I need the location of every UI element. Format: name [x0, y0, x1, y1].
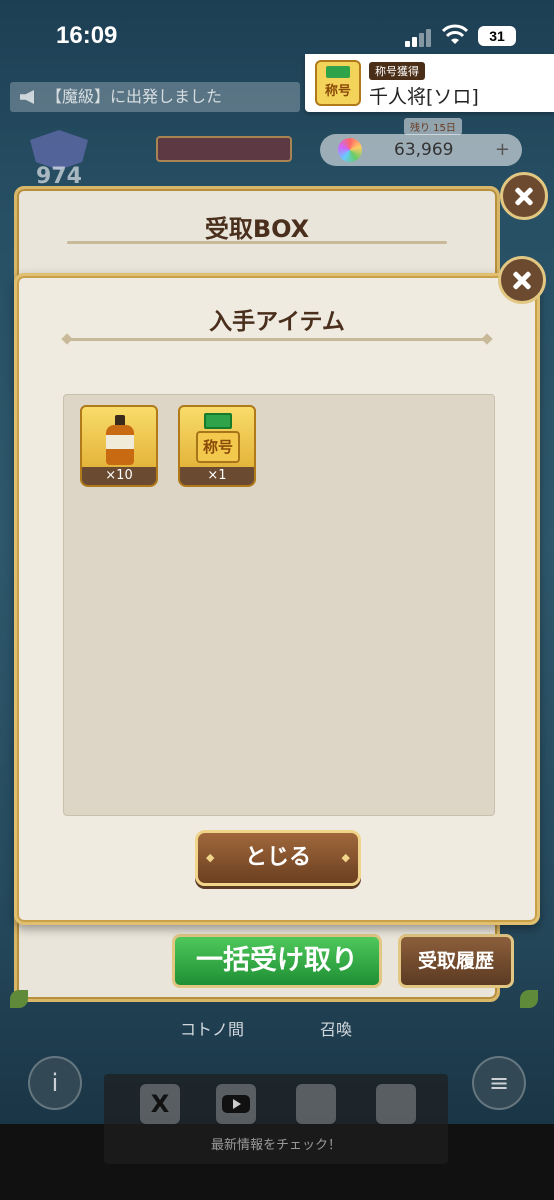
nav-kotono[interactable]: コトノ間: [180, 1016, 244, 1040]
title-divider: [67, 338, 487, 341]
add-currency-button[interactable]: +: [495, 134, 510, 166]
battery-icon: 31: [478, 26, 516, 46]
title-medal-icon: 称号: [194, 413, 242, 467]
item-list-panel: ×10 称号 ×1: [63, 394, 495, 816]
social-footer: X 最新情報をチェック！: [104, 1074, 448, 1164]
receive-box-close-icon[interactable]: [500, 172, 548, 220]
currency-value: 63,969: [394, 140, 454, 160]
item-quantity: ×10: [80, 467, 158, 487]
obtained-items-title: 入手アイテム: [209, 309, 345, 335]
title-divider: [67, 241, 447, 244]
cell-signal-icon: [405, 27, 435, 47]
ticker-text: 【魔級】に出発しました: [46, 87, 223, 106]
notification-title: 千人将[ソロ]: [369, 86, 479, 108]
bulk-receive-button[interactable]: 一括受け取り: [172, 934, 382, 988]
x-icon[interactable]: X: [140, 1084, 180, 1124]
receive-history-button[interactable]: 受取履歴: [398, 934, 514, 988]
ticker-bar: 【魔級】に出発しました: [10, 82, 300, 112]
status-time: 16:09: [56, 22, 118, 49]
bottle-icon: [104, 415, 136, 465]
menu-button[interactable]: ≡: [472, 1056, 526, 1110]
rank-emblem: 974: [18, 128, 100, 190]
bottom-nav: コトノ間 召喚: [150, 1012, 400, 1042]
event-banner: [156, 136, 292, 162]
notification-banner[interactable]: 称号 称号獲得 千人将[ソロ]: [305, 54, 554, 112]
item-quantity: ×1: [178, 467, 256, 487]
item-drink-bottle[interactable]: ×10: [80, 405, 158, 487]
close-button[interactable]: とじる: [195, 830, 361, 886]
obtained-items-close-icon[interactable]: [498, 256, 546, 304]
gem-icon: [338, 138, 362, 162]
leaf-ornament-icon: [520, 990, 538, 1008]
status-bar: 16:09 31: [0, 0, 554, 60]
obtained-items-modal: 入手アイテム ×10 称号 ×1 とじる: [14, 273, 540, 925]
notification-badge: 称号獲得: [369, 62, 425, 80]
footer-caption: 最新情報をチェック！: [210, 1138, 341, 1153]
nav-summon[interactable]: 召喚: [320, 1016, 352, 1040]
character-icon[interactable]: [296, 1084, 336, 1124]
wifi-icon: [442, 24, 468, 44]
youtube-icon[interactable]: [216, 1084, 256, 1124]
speaker-icon: [20, 90, 34, 104]
leaf-ornament-icon: [10, 990, 28, 1008]
receive-box-title: 受取BOX: [204, 215, 310, 243]
line-icon[interactable]: [376, 1084, 416, 1124]
title-medal-icon: 称号: [315, 60, 361, 106]
info-button[interactable]: i: [28, 1056, 82, 1110]
days-left-badge: 残り 15日: [404, 118, 462, 135]
item-title-medal[interactable]: 称号 ×1: [178, 405, 256, 487]
